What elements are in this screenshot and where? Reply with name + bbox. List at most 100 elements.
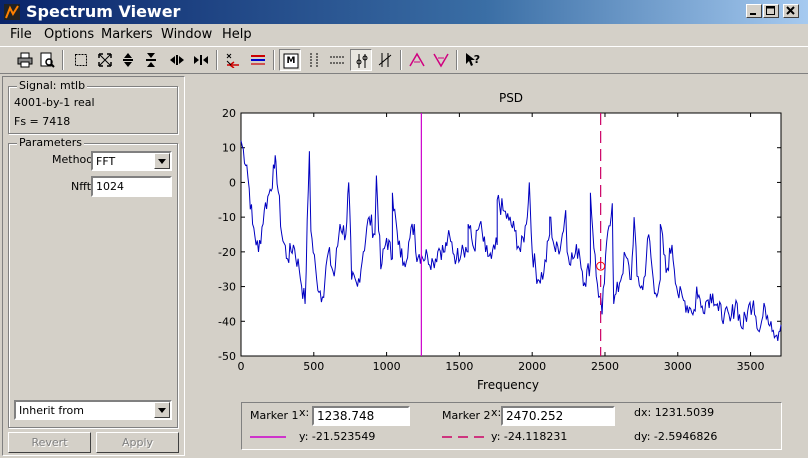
y-tick-label: -40 [218,315,236,328]
slope-marker-button[interactable] [374,49,396,71]
psd-chart[interactable]: PSD Frequency 0 500 1000 1500 2000 2500 3000 35… [186,76,806,396]
marker-panel: Marker 1 x: 1238.748 y: -21.523549 Marke… [241,402,782,450]
y-tick-label: -10 [218,211,236,224]
chevron-down-icon [158,408,166,413]
zoom-box-icon [75,54,87,66]
marker1-x-label: x: [299,406,310,419]
zoom-vertical-in-icon [123,53,133,67]
marker2-y-readout: y: -24.118231 [491,430,568,443]
window-title: Spectrum Viewer [26,2,181,21]
marker2-label: Marker 2 [442,409,491,422]
x-tick-label: 1500 [445,360,473,373]
toolbar-separator [216,50,218,70]
psd-plot[interactable]: PSD Frequency 0 500 1000 1500 2000 2500 3000 35… [186,76,806,396]
signal-fs: Fs = 7418 [14,115,71,128]
y-tick-label: 10 [222,142,236,155]
plot-area[interactable] [240,112,782,357]
overlay-icon [251,55,265,65]
zoom-horizontal-in-icon [170,55,184,65]
select-trace-button[interactable] [222,49,244,71]
whats-this-icon: ? [466,53,480,66]
menu-bar: File Options Markers Window Help [0,25,808,45]
method-select[interactable]: FFT [91,151,172,171]
x-tick-label: 3500 [737,360,765,373]
whats-this-button[interactable]: ? [462,49,484,71]
horizontal-markers-button[interactable] [326,49,348,71]
signal-group: Signal: mtlb 4001-by-1 real Fs = 7418 [8,79,178,134]
revert-button[interactable]: Revert [8,432,91,453]
y-tick-label: -30 [218,281,236,294]
valleys-button[interactable] [430,49,452,71]
spectrum-viewer-window: Spectrum Viewer File Options Markers Win… [0,0,808,458]
peaks-icon [409,52,425,67]
toolbar-separator [62,50,64,70]
vertical-markers-icon [310,53,318,67]
zoom-y-in-button[interactable] [117,49,139,71]
magnitude-spec-icon: M [283,53,299,69]
x-tick-label: 3000 [664,360,692,373]
inherit-from-value: Inherit from [19,404,84,417]
marker1-y-readout: y: -21.523549 [299,430,376,443]
chart-title: PSD [499,91,523,105]
x-tick-label: 0 [238,360,245,373]
y-tick-label: 0 [229,176,236,189]
close-icon [786,6,795,15]
nfft-label: Nfft [71,180,92,193]
x-tick-label: 2500 [591,360,619,373]
magnitude-spec-button[interactable]: M [279,49,301,71]
vertical-markers-button[interactable] [303,49,325,71]
marker2-line-swatch [442,436,484,438]
menu-options[interactable]: Options [44,27,94,42]
maximize-button[interactable] [763,4,779,18]
zoom-x-in-button[interactable] [166,49,188,71]
print-preview-button[interactable] [36,49,58,71]
parameters-group-label: Parameters [17,136,84,149]
close-button[interactable] [783,4,799,18]
x-axis-label: Frequency [477,378,539,392]
print-preview-icon [40,52,55,68]
valleys-icon [433,53,449,68]
menu-file[interactable]: File [10,27,32,42]
zoom-box-button[interactable] [70,49,92,71]
app-icon [4,4,20,20]
marker1-x-field[interactable]: 1238.748 [312,406,410,426]
track-marker-button[interactable] [350,49,372,71]
select-trace-icon [226,53,239,68]
inherit-from-select[interactable]: Inherit from [14,400,172,420]
menu-markers[interactable]: Markers [101,27,153,42]
toolbar-separator [400,50,402,70]
overlay-button[interactable] [247,49,269,71]
peaks-button[interactable] [406,49,428,71]
x-tick-label: 1000 [373,360,401,373]
nfft-field[interactable]: 1024 [91,176,172,197]
marker2-x-label: x: [491,406,502,419]
minimize-icon [750,13,756,15]
zoom-x-out-button[interactable] [190,49,212,71]
zoom-horizontal-out-icon [194,55,208,65]
zoom-full-button[interactable] [94,49,116,71]
y-tick-label: -50 [218,350,236,363]
inherit-dropdown-button[interactable] [154,402,170,418]
svg-text:M: M [287,56,296,66]
signal-group-label: Signal: mtlb [17,79,88,92]
menu-window[interactable]: Window [161,27,212,42]
method-dropdown-button[interactable] [154,153,170,169]
y-tick-label: -20 [218,246,236,259]
title-bar[interactable]: Spectrum Viewer [0,0,808,24]
toolbar-separator [273,50,275,70]
x-tick-label: 2000 [518,360,546,373]
minimize-button[interactable] [746,4,762,18]
print-button[interactable] [14,49,36,71]
toolbar: M ? [0,46,808,74]
zoom-full-icon [98,53,112,67]
marker1-line-swatch [250,436,286,438]
zoom-y-out-button[interactable] [140,49,162,71]
horizontal-markers-icon [330,56,344,64]
apply-button[interactable]: Apply [96,432,179,453]
svg-text:?: ? [474,53,480,66]
signal-size: 4001-by-1 real [14,96,95,109]
slope-marker-icon [378,53,392,67]
method-label: Method [52,153,94,166]
marker2-x-field[interactable]: 2470.252 [501,406,615,426]
menu-help[interactable]: Help [222,27,252,42]
